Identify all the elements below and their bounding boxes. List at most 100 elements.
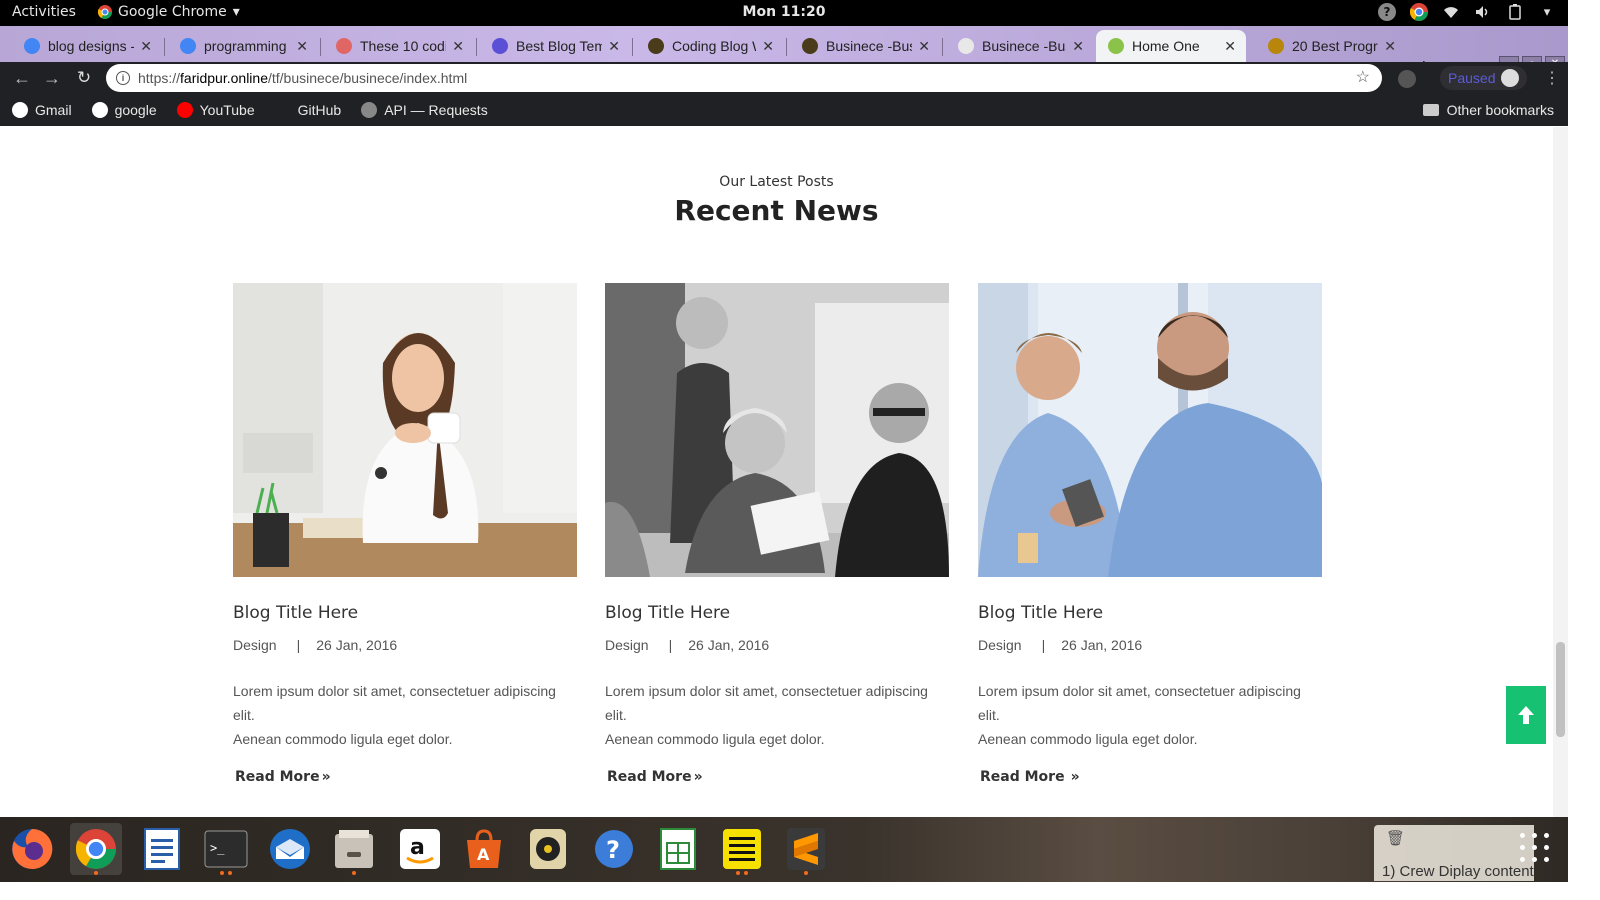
browser-tab[interactable]: Businece -Bus ✕ <box>790 30 940 62</box>
volume-icon[interactable] <box>1474 3 1492 21</box>
browser-tab[interactable]: blog designs - ✕ <box>12 30 162 62</box>
browser-tab[interactable]: Home One ✕ <box>1096 30 1246 62</box>
help-icon[interactable]: ? <box>1378 3 1396 21</box>
trash-icon[interactable]: 🗑 <box>1386 829 1405 847</box>
close-tab-icon[interactable]: ✕ <box>140 38 152 55</box>
post-image[interactable] <box>978 283 1322 577</box>
other-bookmarks-label: Other bookmarks <box>1446 102 1554 118</box>
post-excerpt-line: Lorem ipsum dolor sit amet, consectetuer… <box>605 683 928 723</box>
help-app-icon[interactable]: ? <box>588 823 640 875</box>
extension-icon[interactable] <box>1398 70 1416 88</box>
post-image[interactable] <box>605 283 949 577</box>
close-tab-icon[interactable]: ✕ <box>762 38 774 55</box>
url-prefix: https:// <box>138 70 181 86</box>
clock[interactable]: Mon 11:20 <box>0 4 1568 20</box>
read-more-link[interactable]: Read More» <box>233 769 577 785</box>
post-title[interactable]: Blog Title Here <box>978 603 1322 623</box>
chrome-tray-icon[interactable] <box>1410 3 1428 21</box>
files-icon[interactable] <box>328 823 380 875</box>
section-title: Recent News <box>674 194 879 227</box>
running-indicator <box>744 871 748 875</box>
browser-tab[interactable]: Coding Blog W ✕ <box>636 30 784 62</box>
browser-tab[interactable]: programming ✕ <box>168 30 318 62</box>
running-indicator <box>220 871 224 875</box>
forward-arrow-icon[interactable]: → <box>42 68 62 88</box>
tab-separator <box>476 38 477 56</box>
thunderbird-icon[interactable] <box>264 823 316 875</box>
tab-label: programming <box>204 38 287 54</box>
avatar <box>1501 69 1520 87</box>
browser-tab[interactable]: Best Blog Tem ✕ <box>480 30 630 62</box>
tab-separator <box>164 38 165 56</box>
bookmark-favicon-icon <box>274 102 291 118</box>
tab-label: Businece -Bus <box>982 38 1067 54</box>
url-host: faridpur.online <box>180 70 268 86</box>
text-editor-icon[interactable] <box>136 823 188 875</box>
post-category[interactable]: Design <box>233 637 277 653</box>
firefox-icon[interactable] <box>6 823 58 875</box>
notification-popup[interactable]: 🗑 1) Crew Diplay content <box>1374 825 1534 881</box>
close-tab-icon[interactable]: ✕ <box>608 38 620 55</box>
spreadsheet-icon[interactable] <box>652 823 704 875</box>
show-applications-icon[interactable] <box>1520 833 1550 863</box>
read-more-link[interactable]: Read More» <box>978 769 1322 785</box>
post-date: 26 Jan, 2016 <box>688 637 770 653</box>
bookmark-star-icon[interactable]: ☆ <box>1356 67 1370 87</box>
rhythmbox-icon[interactable] <box>522 823 574 875</box>
arrow-up-icon <box>1518 706 1534 724</box>
sublime-text-icon[interactable] <box>780 823 832 875</box>
software-center-icon[interactable]: A <box>458 823 510 875</box>
chevron-down-icon[interactable]: ▾ <box>1538 3 1556 21</box>
reload-icon[interactable]: ↻ <box>74 68 94 88</box>
close-tab-icon[interactable]: ✕ <box>452 38 464 55</box>
chrome-dock-icon[interactable] <box>70 823 122 875</box>
system-tray[interactable]: ? ▾ <box>1378 3 1556 21</box>
post-meta: Design | 26 Jan, 2016 <box>978 637 1322 653</box>
read-more-link[interactable]: Read More» <box>605 769 949 785</box>
running-indicator <box>804 871 808 875</box>
tab-strip: blog designs - ✕ programming ✕ These 10 codi… <box>0 26 1568 78</box>
post-excerpt: Lorem ipsum dolor sit amet, consectetuer… <box>233 679 577 751</box>
post-title[interactable]: Blog Title Here <box>233 603 577 623</box>
close-tab-icon[interactable]: ✕ <box>1072 38 1084 55</box>
post-excerpt-line: Lorem ipsum dolor sit amet, consectetuer… <box>233 683 556 723</box>
post-title[interactable]: Blog Title Here <box>605 603 949 623</box>
tab-label: Home One <box>1132 38 1200 54</box>
page-scrollbar[interactable] <box>1553 127 1568 817</box>
close-tab-icon[interactable]: ✕ <box>918 38 930 55</box>
wifi-icon[interactable] <box>1442 3 1460 21</box>
post-excerpt: Lorem ipsum dolor sit amet, consectetuer… <box>605 679 949 751</box>
post-category[interactable]: Design <box>605 637 649 653</box>
post-category[interactable]: Design <box>978 637 1022 653</box>
svg-text:>_: >_ <box>210 841 225 855</box>
close-tab-icon[interactable]: ✕ <box>1384 38 1396 55</box>
bookmark-item[interactable]: YouTube <box>176 102 255 118</box>
info-icon[interactable]: i <box>116 71 130 85</box>
close-tab-icon[interactable]: ✕ <box>1224 38 1236 55</box>
bookmark-item[interactable]: API — Requests <box>361 102 488 118</box>
notes-icon[interactable] <box>716 823 768 875</box>
woman-with-coffee-image <box>233 283 577 577</box>
post-meta: Design | 26 Jan, 2016 <box>233 637 577 653</box>
kebab-menu-icon[interactable]: ⋮ <box>1544 68 1560 88</box>
tab-label: These 10 codi <box>360 38 447 54</box>
browser-tab[interactable]: These 10 codi ✕ <box>324 30 474 62</box>
bookmark-item[interactable]: GitHub <box>274 102 341 118</box>
bookmark-item[interactable]: google <box>91 102 157 118</box>
meta-separator: | <box>296 637 301 653</box>
profile-button[interactable]: Paused <box>1440 66 1528 90</box>
amazon-icon[interactable]: a <box>394 823 446 875</box>
address-bar[interactable]: i https://faridpur.online/tf/businece/bu… <box>106 64 1382 92</box>
terminal-icon[interactable]: >_ <box>200 823 252 875</box>
back-arrow-icon[interactable]: ← <box>12 68 32 88</box>
battery-icon[interactable] <box>1506 3 1524 21</box>
post-date: 26 Jan, 2016 <box>1061 637 1143 653</box>
other-bookmarks[interactable]: Other bookmarks <box>1422 102 1554 118</box>
scroll-to-top-button[interactable] <box>1506 686 1546 744</box>
browser-tab[interactable]: 20 Best Progr ✕ <box>1256 30 1406 62</box>
post-image[interactable] <box>233 283 577 577</box>
scrollbar-thumb[interactable] <box>1556 642 1565 737</box>
browser-tab[interactable]: Businece -Bus ✕ <box>946 30 1094 62</box>
bookmark-item[interactable]: Gmail <box>12 102 72 118</box>
close-tab-icon[interactable]: ✕ <box>296 38 308 55</box>
